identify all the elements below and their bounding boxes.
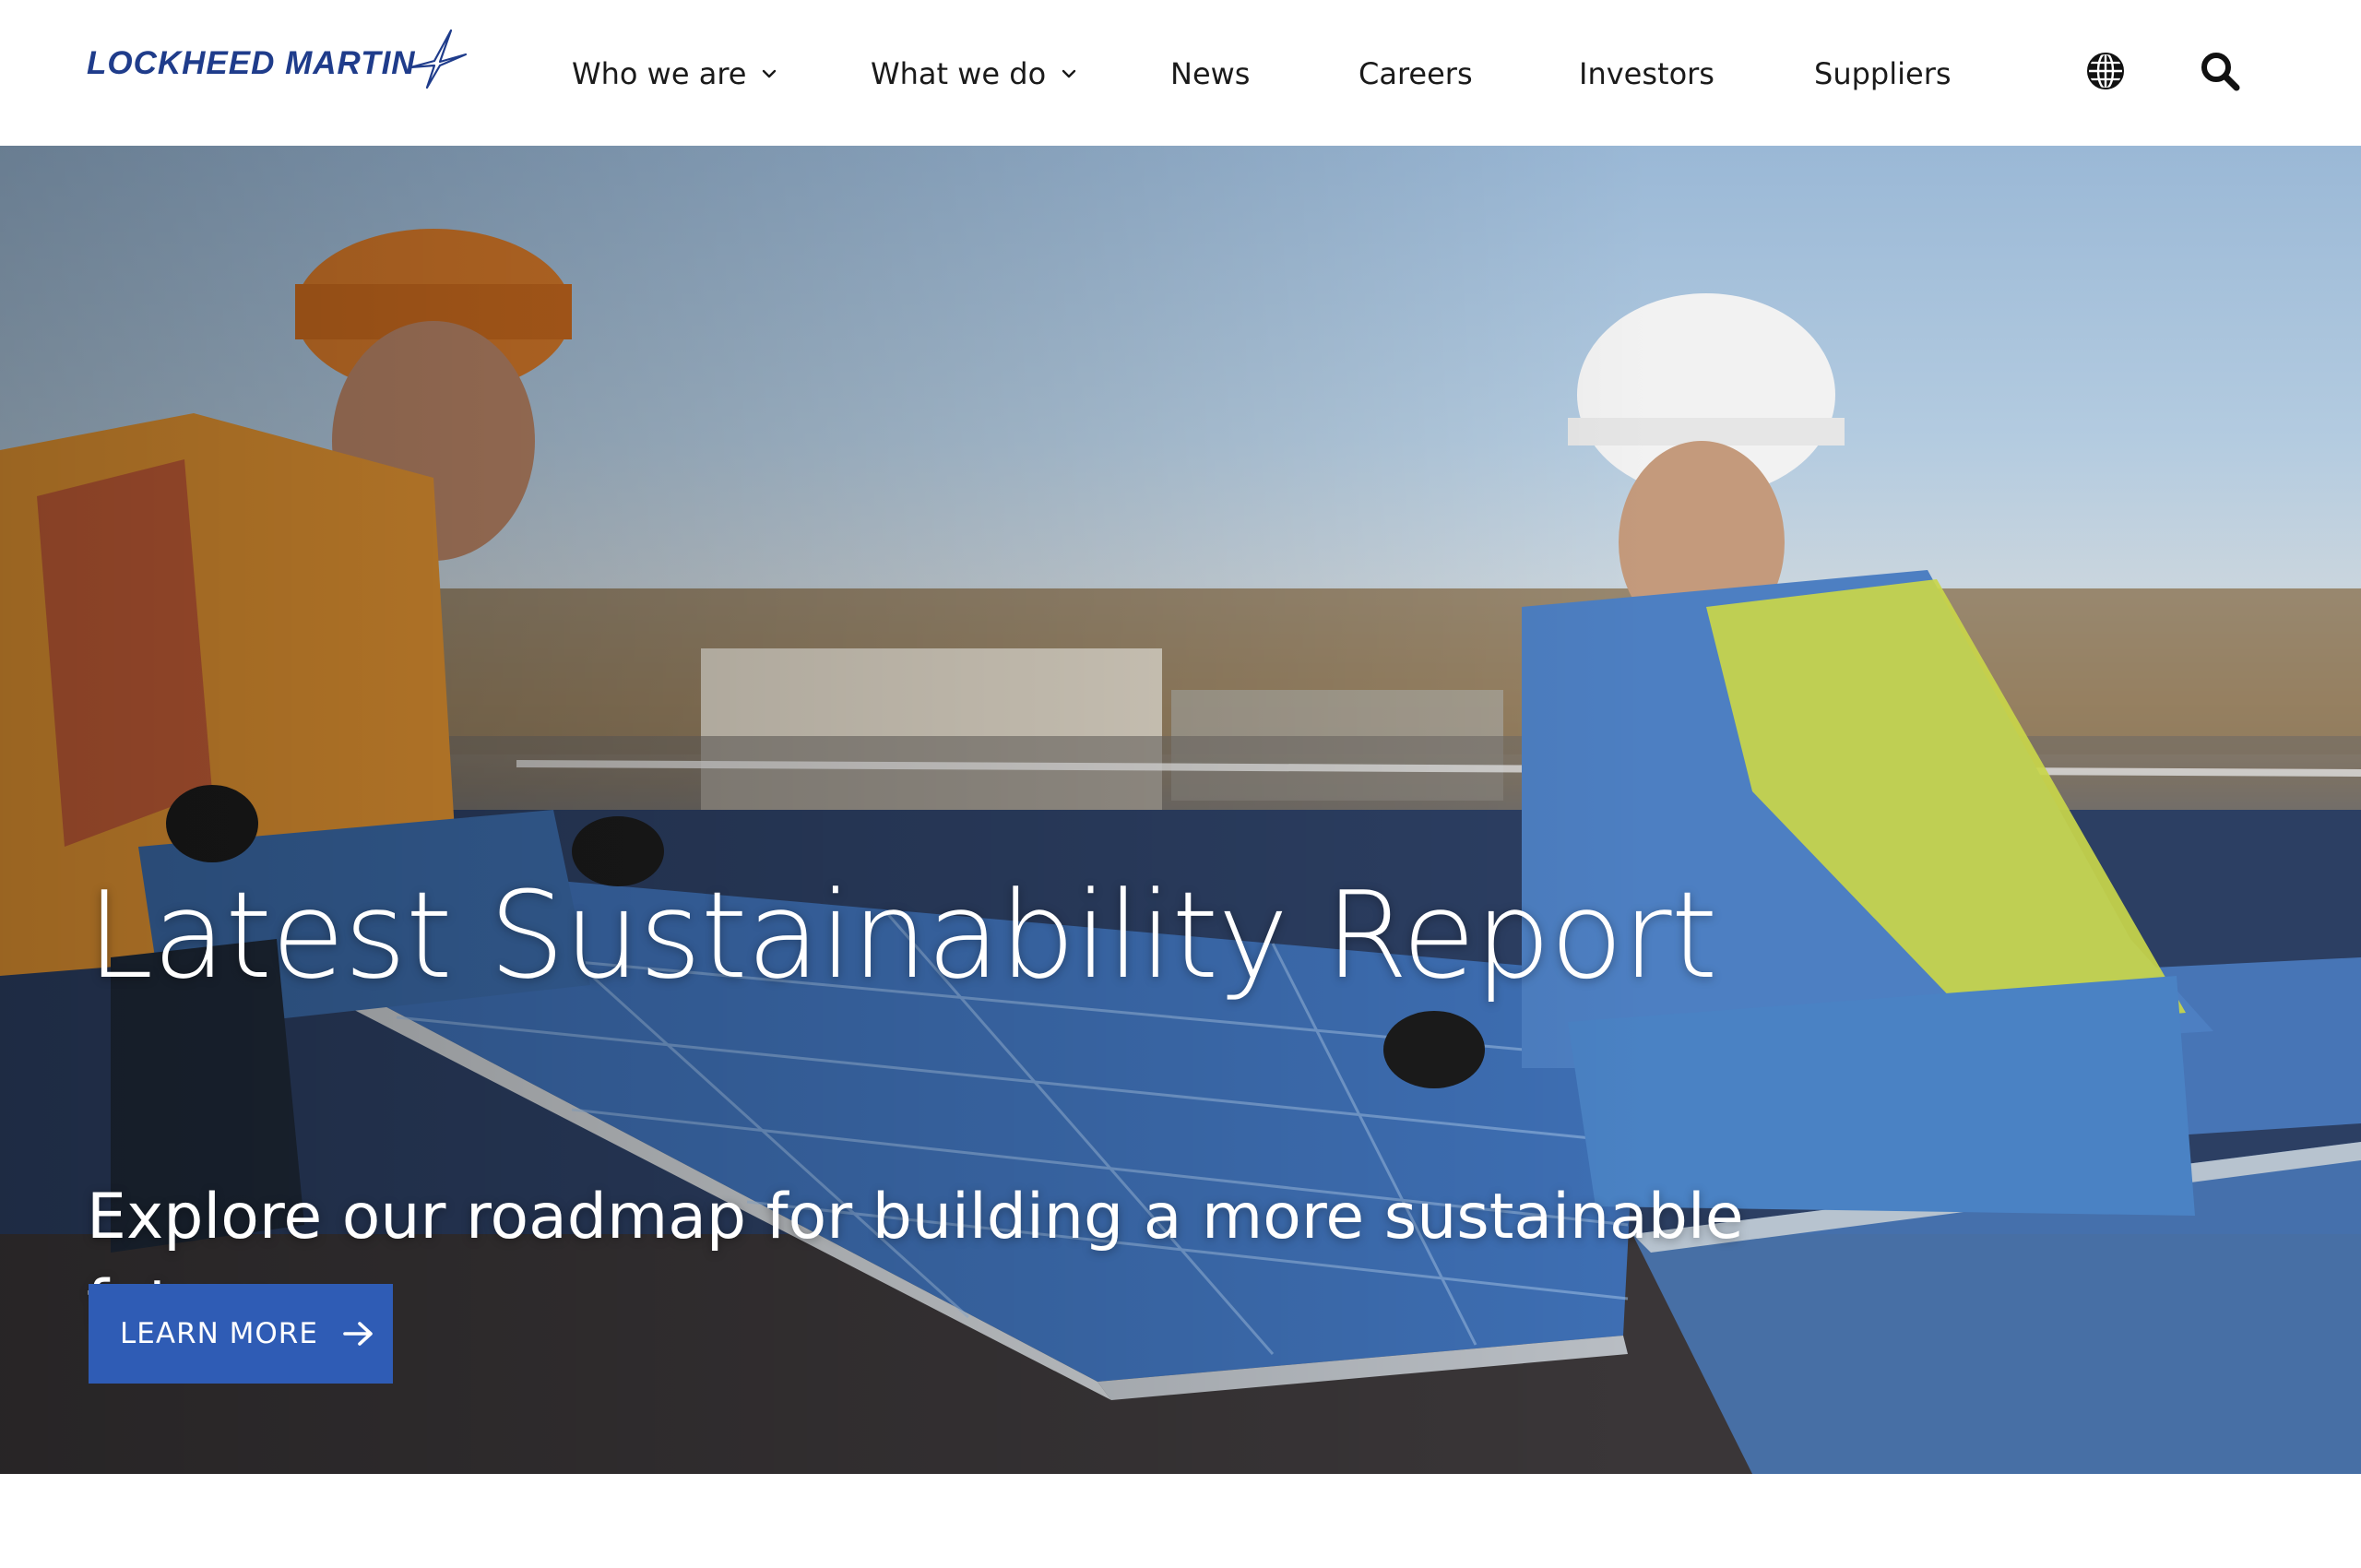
- chevron-down-icon: [1061, 68, 1077, 79]
- learn-more-button[interactable]: LEARN MORE: [89, 1284, 393, 1384]
- nav-suppliers-label: Suppliers: [1814, 56, 1952, 91]
- arrow-right-icon: [342, 1320, 375, 1348]
- nav-who-we-are-label: Who we are: [572, 56, 747, 91]
- nav-careers-label: Careers: [1358, 56, 1473, 91]
- nav-careers[interactable]: Careers: [1358, 48, 1473, 100]
- nav-news-label: News: [1170, 56, 1251, 91]
- main-nav: Who we are What we do News Careers Inves…: [0, 0, 2361, 146]
- hero-banner: Latest Sustainability Report Explore our…: [0, 146, 2361, 1474]
- hero-title: Latest Sustainability Report: [87, 865, 1718, 1005]
- globe-icon: [2087, 52, 2124, 90]
- nav-what-we-do[interactable]: What we do: [871, 48, 1077, 100]
- site-header: LOCKHEED MARTIN Who we are What we do Ne…: [0, 0, 2361, 146]
- nav-investors[interactable]: Investors: [1579, 48, 1714, 100]
- learn-more-label: LEARN MORE: [120, 1317, 318, 1350]
- search-icon: [2201, 53, 2240, 91]
- nav-suppliers[interactable]: Suppliers: [1814, 48, 1952, 100]
- search-button[interactable]: [2196, 47, 2244, 95]
- nav-investors-label: Investors: [1579, 56, 1714, 91]
- nav-news[interactable]: News: [1170, 48, 1250, 100]
- nav-what-we-do-label: What we do: [871, 56, 1047, 91]
- nav-who-we-are[interactable]: Who we are: [572, 48, 777, 100]
- chevron-down-icon: [761, 68, 777, 79]
- language-button[interactable]: [2082, 47, 2130, 95]
